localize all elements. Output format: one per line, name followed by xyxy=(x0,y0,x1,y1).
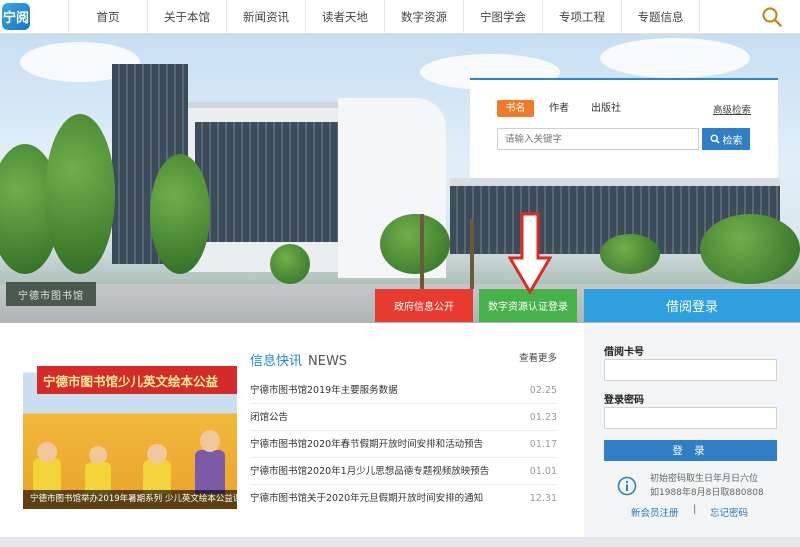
nav-item-digital[interactable]: 数字资源 xyxy=(384,0,463,34)
photo-banner-text: 宁德市图书馆少儿英文绘本公益 xyxy=(37,366,237,394)
news-item[interactable]: 宁德市图书馆关于2020年元旦假期开放时间安排的通知 12.31 xyxy=(250,486,557,512)
red-arrow-down-icon xyxy=(508,212,552,294)
news-item[interactable]: 宁德市图书馆2019年主要服务数据 02.25 xyxy=(250,378,557,404)
main-nav: 首页 关于本馆 新闻资讯 读者天地 数字资源 宁图学会 专项工程 专题信息 xyxy=(68,0,700,34)
nav-item-readers[interactable]: 读者天地 xyxy=(305,0,384,34)
borrow-login-tab[interactable]: 借阅登录 xyxy=(584,289,800,322)
palm-trunk xyxy=(470,219,474,289)
news-item-date: 02.25 xyxy=(529,385,557,396)
footer-strip xyxy=(0,537,800,547)
news-item-date: 01.01 xyxy=(529,466,557,477)
tree xyxy=(45,114,115,274)
view-more-link[interactable]: 查看更多 xyxy=(519,350,557,364)
library-logo[interactable]: 宁阅 xyxy=(2,3,30,30)
nav-item-society[interactable]: 宁图学会 xyxy=(463,0,542,34)
news-item-title: 宁德市图书馆2020年春节假期开放时间安排和活动预告 xyxy=(250,439,484,450)
news-heading-cn: 信息快讯 xyxy=(250,354,303,369)
palm-trunk xyxy=(420,214,424,294)
info-icon xyxy=(617,476,637,496)
tree xyxy=(380,214,450,274)
teacher-figure xyxy=(195,450,225,494)
child-head xyxy=(147,444,167,464)
top-nav-bar: 宁阅 首页 关于本馆 新闻资讯 读者天地 数字资源 宁图学会 专项工程 专题信息 xyxy=(0,0,800,34)
link-separator: | xyxy=(693,504,697,515)
nav-item-about[interactable]: 关于本馆 xyxy=(147,0,226,34)
magnifier-icon xyxy=(709,134,720,144)
password-label: 登录密码 xyxy=(604,395,644,406)
news-item-title: 宁德市图书馆2020年1月少儿思想品德专题视频放映预告 xyxy=(250,466,490,477)
login-button[interactable]: 登 录 xyxy=(604,440,777,461)
building-windows xyxy=(195,122,345,242)
search-submit-button[interactable]: 检索 xyxy=(702,128,750,150)
news-item-title: 闭馆公告 xyxy=(250,412,289,423)
news-item-title: 宁德市图书馆关于2020年元旦假期开放时间安排的通知 xyxy=(250,493,484,504)
nav-item-projects[interactable]: 专项工程 xyxy=(542,0,621,34)
search-tab-publisher[interactable]: 出版社 xyxy=(586,100,626,117)
shrub xyxy=(600,234,660,274)
child-figure xyxy=(33,458,61,494)
tree xyxy=(700,214,800,284)
news-photo[interactable]: 宁德市图书馆少儿英文绘本公益 宁德市图书馆举办2019年暑期系列 少儿英文绘本公… xyxy=(23,350,237,509)
password-input[interactable] xyxy=(604,407,777,429)
password-hint-line1: 初始密码取生日年月日六位 xyxy=(650,474,759,484)
keyword-input[interactable] xyxy=(497,128,699,150)
search-icon[interactable] xyxy=(760,5,784,29)
gov-info-button[interactable]: 政府信息公开 xyxy=(375,289,473,322)
child-figure xyxy=(143,460,171,494)
register-link[interactable]: 新会员注册 xyxy=(631,505,679,519)
news-item-date: 01.17 xyxy=(529,439,557,450)
photo-caption: 宁德市图书馆举办2019年暑期系列 少儿英文绘本公益课 xyxy=(23,490,237,509)
search-tab-title[interactable]: 书名 xyxy=(497,100,534,117)
news-heading-en: NEWS xyxy=(308,354,348,369)
password-hint-line2: 如1988年8月8日取880808 xyxy=(650,488,764,498)
child-head xyxy=(37,442,57,462)
forgot-password-link[interactable]: 忘记密码 xyxy=(710,505,748,519)
nav-item-topics[interactable]: 专题信息 xyxy=(621,0,700,34)
news-item-date: 12.31 xyxy=(529,493,557,504)
card-number-input[interactable] xyxy=(604,359,777,381)
child-head xyxy=(89,446,107,464)
news-item-date: 01.23 xyxy=(529,412,557,423)
cloud xyxy=(600,38,750,78)
shrub xyxy=(270,244,310,284)
search-tab-author[interactable]: 作者 xyxy=(544,100,574,117)
nav-item-home[interactable]: 首页 xyxy=(68,0,147,34)
advanced-search-link[interactable]: 高级检索 xyxy=(713,102,751,116)
news-item[interactable]: 闭馆公告 01.23 xyxy=(250,405,557,431)
library-name-stone: 宁德市图书馆 xyxy=(6,282,96,306)
news-item[interactable]: 宁德市图书馆2020年春节假期开放时间安排和活动预告 01.17 xyxy=(250,432,557,458)
news-item-title: 宁德市图书馆2019年主要服务数据 xyxy=(250,385,398,396)
teacher-head xyxy=(200,430,220,452)
news-heading: 信息快讯 NEWS xyxy=(250,350,347,369)
card-number-label: 借阅卡号 xyxy=(604,347,644,358)
search-submit-label: 检索 xyxy=(722,135,743,147)
tree xyxy=(150,154,210,274)
news-item[interactable]: 宁德市图书馆2020年1月少儿思想品德专题视频放映预告 01.01 xyxy=(250,459,557,485)
book-search-panel: 书名 作者 出版社 高级检索 检索 xyxy=(470,78,778,178)
password-hint: 初始密码取生日年月日六位 如1988年8月8日取880808 xyxy=(650,472,764,500)
nav-item-news[interactable]: 新闻资讯 xyxy=(226,0,305,34)
building-roof xyxy=(450,178,780,186)
